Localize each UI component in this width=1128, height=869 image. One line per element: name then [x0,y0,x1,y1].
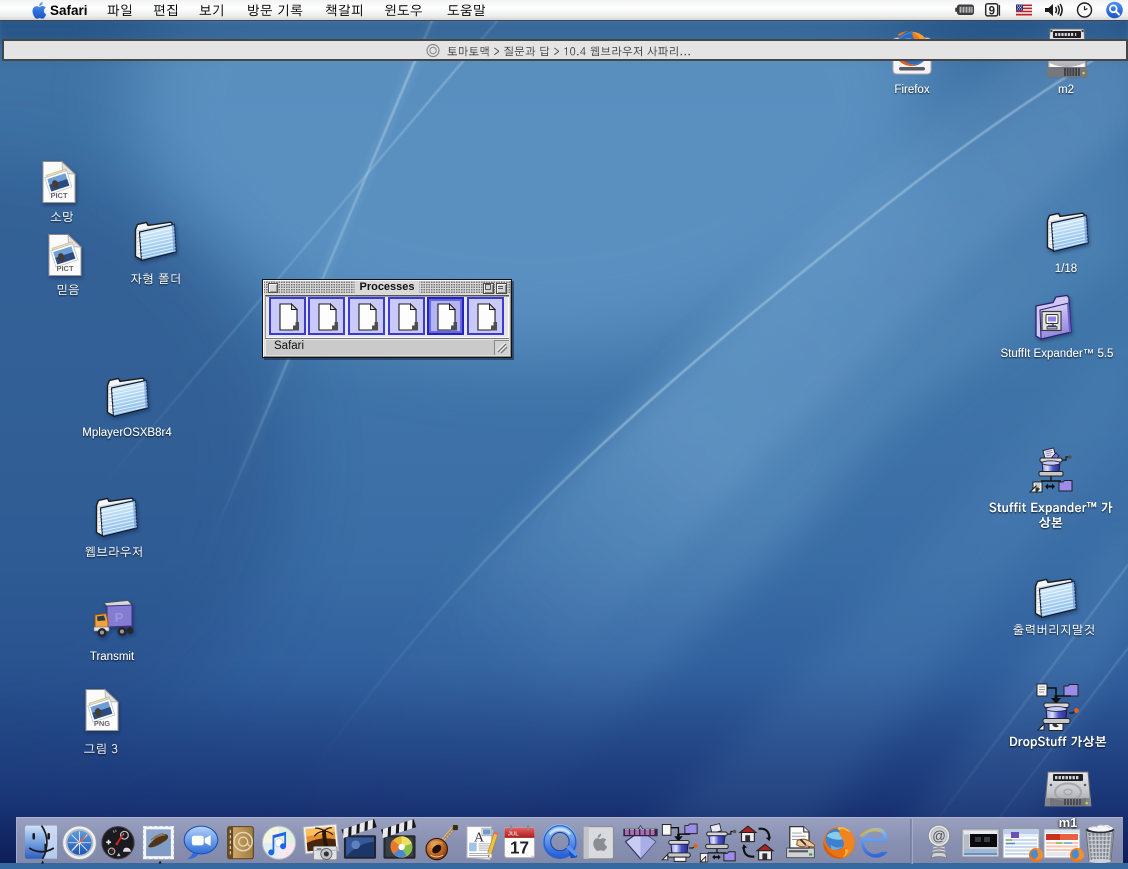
svg-text:17: 17 [510,838,529,857]
svg-text:Firefox: Firefox [894,84,929,96]
svg-text:PICT: PICT [56,264,74,273]
svg-text:@: @ [932,828,946,843]
svg-text:StuffIt Expander™ 5.5: StuffIt Expander™ 5.5 [1001,348,1114,360]
svg-text:MplayerOSXB8r4: MplayerOSXB8r4 [82,427,172,439]
svg-text:m2: m2 [1058,84,1074,96]
svg-text:JUL: JUL [508,832,520,838]
svg-text:9: 9 [989,5,995,17]
svg-text:Transmit: Transmit [90,651,135,663]
svg-text:Safari: Safari [50,3,88,18]
svg-text:PICT: PICT [50,191,68,200]
svg-text:P: P [115,610,124,625]
svg-text:1/18: 1/18 [1055,263,1077,275]
svg-text:PNG: PNG [94,719,110,728]
